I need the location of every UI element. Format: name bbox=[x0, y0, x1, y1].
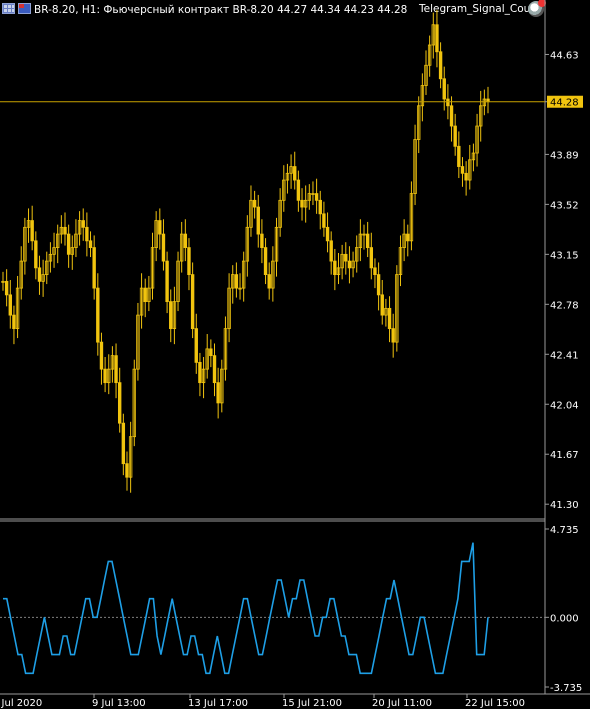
candle-body bbox=[99, 341, 104, 370]
terminal-chart-window: BR-8.20, H1: Фьючерсный контракт BR-8.20… bbox=[0, 0, 590, 709]
candle-body bbox=[194, 328, 198, 363]
candle-body bbox=[12, 314, 16, 330]
candle-body bbox=[125, 463, 129, 478]
candle-body bbox=[365, 233, 370, 248]
candle-body bbox=[333, 260, 337, 276]
candle-body bbox=[37, 267, 42, 282]
candle-body bbox=[329, 240, 333, 262]
candle-body bbox=[457, 145, 461, 167]
candle-body bbox=[161, 233, 166, 262]
time-tick-label: 13 Jul 17:00 bbox=[188, 698, 248, 709]
candle-body bbox=[256, 206, 260, 235]
candle-body bbox=[88, 240, 93, 248]
candle-body bbox=[198, 361, 202, 384]
candle-body bbox=[34, 240, 38, 269]
candle-body bbox=[252, 199, 257, 208]
candle-body bbox=[234, 274, 239, 289]
price-tick-label: 44.63 bbox=[550, 50, 579, 61]
candle-body bbox=[158, 220, 162, 235]
candle-body bbox=[121, 422, 126, 465]
candle-body bbox=[373, 267, 377, 276]
candle-body bbox=[169, 301, 173, 330]
time-tick-label: 20 Jul 11:00 bbox=[372, 698, 432, 709]
candle-body bbox=[209, 348, 213, 357]
candle-body bbox=[442, 78, 446, 100]
candle-body bbox=[446, 98, 450, 107]
candle-body bbox=[322, 213, 326, 228]
candle-body bbox=[391, 328, 395, 343]
candle-body bbox=[63, 226, 67, 235]
candle-body bbox=[376, 274, 381, 296]
candle-body bbox=[263, 247, 268, 276]
candle-body bbox=[464, 172, 468, 181]
price-tick-label: 43.52 bbox=[550, 200, 579, 211]
current-price-label: 44.28 bbox=[550, 98, 579, 109]
time-tick-label: 6 Jul 2020 bbox=[0, 698, 42, 709]
price-tick-label: 42.41 bbox=[550, 350, 579, 361]
candle-body bbox=[85, 226, 89, 242]
candle-body bbox=[438, 51, 443, 80]
candle-body bbox=[143, 287, 147, 303]
candle-body bbox=[318, 199, 322, 215]
candle-body bbox=[81, 220, 85, 228]
candle-body bbox=[387, 307, 392, 330]
candle-body bbox=[165, 260, 169, 303]
candle-body bbox=[66, 233, 71, 255]
price-tick-label: 41.30 bbox=[550, 500, 579, 511]
candle-body bbox=[30, 220, 34, 242]
candle-body bbox=[369, 247, 374, 269]
candle-body bbox=[344, 253, 348, 262]
candle-body bbox=[103, 368, 107, 384]
candle-body bbox=[296, 179, 301, 201]
candle-body bbox=[406, 233, 410, 242]
indicator-tick-label: -3.735 bbox=[550, 683, 582, 694]
candle-body bbox=[190, 274, 195, 330]
candle-body bbox=[4, 280, 9, 296]
candle-body bbox=[216, 382, 220, 404]
price-tick-label: 43.89 bbox=[550, 150, 579, 161]
candle-body bbox=[117, 382, 122, 424]
candle-body bbox=[347, 260, 352, 269]
time-tick-label: 22 Jul 15:00 bbox=[465, 698, 525, 709]
candle-body bbox=[449, 105, 454, 127]
price-tick-label: 41.67 bbox=[550, 450, 579, 461]
price-tick-label: 42.78 bbox=[550, 300, 579, 311]
indicator-tick-label: 0.000 bbox=[550, 613, 579, 624]
candle-body bbox=[8, 294, 12, 316]
price-tick-label: 42.04 bbox=[550, 400, 579, 411]
candle-body bbox=[300, 199, 304, 208]
candle-body bbox=[212, 355, 217, 384]
chart-canvas[interactable]: 44.63 44.28 43.89 43.52 43.15 42.78 42.41 42.04… bbox=[0, 0, 590, 709]
candle-body bbox=[183, 233, 188, 248]
candle-body bbox=[92, 247, 96, 289]
candle-body bbox=[267, 274, 271, 289]
candle-body bbox=[293, 166, 297, 181]
candle-body bbox=[114, 355, 118, 384]
candle-body bbox=[453, 125, 457, 147]
candle-body bbox=[435, 24, 439, 53]
candle-body bbox=[260, 233, 264, 248]
indicator-tick-label: 4.735 bbox=[550, 525, 579, 536]
candle-body bbox=[187, 247, 191, 276]
price-tick-label: 43.15 bbox=[550, 250, 579, 261]
indicator-signal-line bbox=[3, 542, 489, 675]
time-tick-label: 15 Jul 21:00 bbox=[282, 698, 342, 709]
candle-body bbox=[314, 193, 319, 201]
time-tick-label: 9 Jul 13:00 bbox=[92, 698, 146, 709]
candle-body bbox=[325, 226, 330, 242]
candle-body bbox=[460, 166, 465, 174]
candle-body bbox=[380, 294, 384, 316]
candle-body bbox=[96, 287, 100, 343]
